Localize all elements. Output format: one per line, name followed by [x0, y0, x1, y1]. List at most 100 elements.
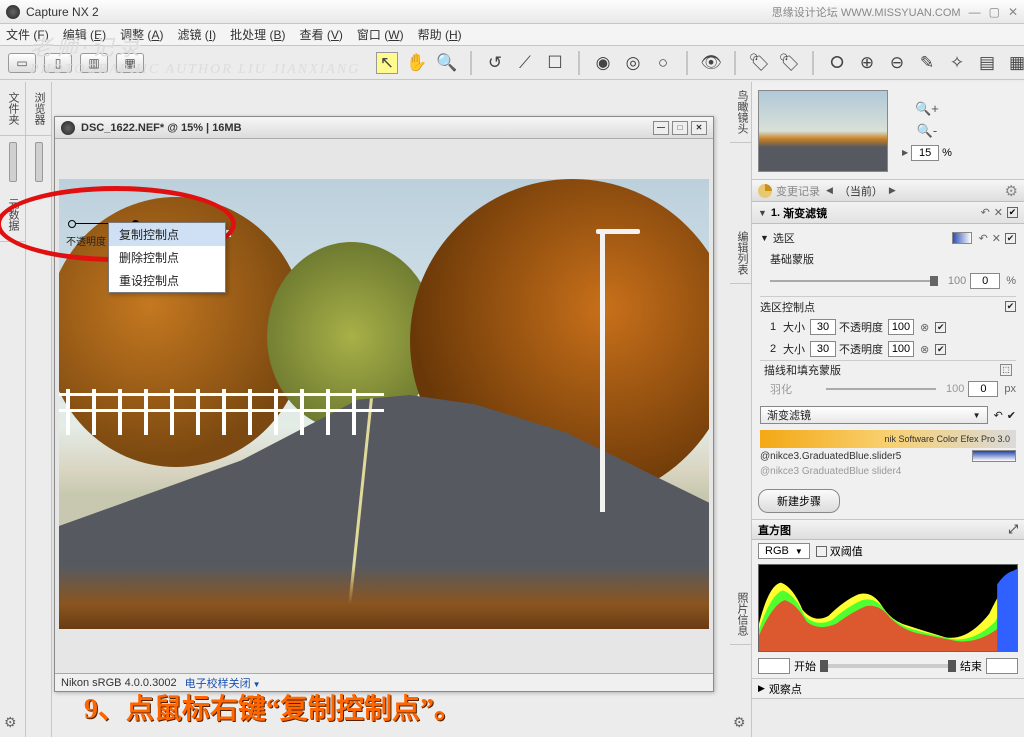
sidebar-handle[interactable] — [9, 142, 17, 182]
tab-editlist[interactable]: 编辑列表 — [730, 223, 754, 284]
black-point-icon[interactable]: ◉ — [592, 52, 614, 74]
birdeye-thumbnail[interactable] — [758, 90, 888, 172]
undo-icon[interactable]: ↶ — [979, 232, 988, 245]
minus-sel-icon[interactable]: ⊖ — [886, 52, 908, 74]
tutorial-caption: 9、点鼠标右键“复制控制点”。 — [84, 687, 462, 727]
tool-thumb-1[interactable]: ▭ — [8, 53, 36, 73]
menu-view[interactable]: 查看 (V) — [300, 26, 343, 43]
maximize-button[interactable]: ▢ — [989, 5, 1000, 19]
tool-thumb-4[interactable]: ▦ — [116, 53, 144, 73]
gradient-icon[interactable]: ▤ — [976, 52, 998, 74]
gear-icon[interactable]: ⚙ — [1005, 182, 1018, 200]
undo-icon[interactable]: ↶ — [994, 409, 1003, 422]
channel-dropdown[interactable]: RGB▼ — [758, 543, 810, 559]
undo-icon[interactable]: ↶ — [981, 206, 990, 219]
zoom-in-icon[interactable]: 🔍+ — [915, 101, 939, 117]
gear-icon[interactable]: ⚙ — [733, 714, 746, 731]
close-button[interactable]: ✕ — [1008, 5, 1018, 19]
base-mask-slider[interactable] — [770, 280, 938, 282]
doc-maximize-button[interactable]: □ — [672, 121, 688, 135]
range-start-input[interactable] — [758, 658, 790, 674]
tab-metadata[interactable]: 元数据 — [0, 188, 26, 242]
tab-birdeye[interactable]: 鸟瞰镜头 — [730, 82, 754, 143]
history-prev[interactable]: ◀ — [826, 185, 833, 196]
lasso-icon[interactable]: ⭘ — [826, 52, 848, 74]
collapse-icon[interactable]: ▼ — [758, 208, 767, 218]
document-titlebar[interactable]: DSC_1622.NEF* @ 15% | 16MB — □ ✕ — [55, 117, 713, 139]
menu-adjust[interactable]: 调整 (A) — [120, 26, 163, 43]
preset-row-2[interactable]: @nikce3 GraduatedBlue slider4 — [760, 464, 1016, 479]
cp2-delete-icon[interactable]: ⊗ — [920, 343, 929, 356]
step-1-row[interactable]: ▼ 1. 渐变滤镜 ↶ ✕ ✔ — [752, 202, 1024, 224]
cp1-checkbox[interactable]: ✔ — [935, 322, 946, 333]
brush-icon[interactable]: ✎ — [916, 52, 938, 74]
filter-dropdown[interactable]: 渐变滤镜▼ — [760, 406, 988, 424]
cp1-size-input[interactable] — [810, 319, 836, 335]
feather-slider[interactable] — [826, 388, 936, 390]
watchpoints-row[interactable]: ▶观察点 — [752, 678, 1024, 698]
cp2-checkbox[interactable]: ✔ — [935, 344, 946, 355]
cp1-opacity-input[interactable] — [888, 319, 914, 335]
cp2-opacity-input[interactable] — [888, 341, 914, 357]
tag-icon-1[interactable]: 🏷 — [748, 52, 770, 74]
doc-close-button[interactable]: ✕ — [691, 121, 707, 135]
tab-photoinfo[interactable]: 照片信息 — [730, 584, 754, 645]
document-title: DSC_1622.NEF* @ 15% | 16MB — [81, 122, 242, 134]
feather-input[interactable] — [968, 381, 998, 397]
selection-header[interactable]: ▼选区 ↶ ✕ ✔ — [760, 228, 1016, 248]
zoom-stepper[interactable]: ▶ — [902, 148, 908, 157]
tab-browser[interactable]: 浏览器 — [26, 82, 52, 136]
delete-icon[interactable]: ✕ — [994, 206, 1003, 219]
preset-row-1[interactable]: @nikce3.GraduatedBlue.slider5 — [760, 448, 1016, 464]
zoom-tool-icon[interactable]: 🔍 — [436, 52, 458, 74]
menu-filter[interactable]: 滤镜 (I) — [177, 26, 216, 43]
gray-point-icon[interactable]: ◎ — [622, 52, 644, 74]
dual-threshold-checkbox[interactable] — [816, 546, 827, 557]
document-icon — [61, 121, 75, 135]
delete-icon[interactable]: ✕ — [992, 232, 1001, 245]
menu-copy-control-point[interactable]: 复制控制点 — [109, 223, 225, 246]
tool-thumb-3[interactable]: ▥ — [80, 53, 108, 73]
redeye-icon[interactable]: 👁 — [700, 52, 722, 74]
arrow-tool-icon[interactable]: ↖ — [376, 52, 398, 74]
hand-tool-icon[interactable]: ✋ — [406, 52, 428, 74]
range-slider[interactable] — [820, 664, 956, 668]
white-point-icon[interactable]: ○ — [652, 52, 674, 74]
context-menu: 复制控制点 删除控制点 重设控制点 — [108, 222, 226, 293]
filter-checkbox[interactable]: ✔ — [1007, 409, 1016, 422]
menu-batch[interactable]: 批处理 (B) — [230, 26, 285, 43]
cp-section-checkbox[interactable]: ✔ — [1005, 301, 1016, 312]
menu-delete-control-point[interactable]: 删除控制点 — [109, 246, 225, 269]
expand-icon[interactable]: ⤢ — [1008, 522, 1018, 537]
rotate-ccw-icon[interactable]: ↺ — [484, 52, 506, 74]
menu-reset-control-point[interactable]: 重设控制点 — [109, 269, 225, 292]
crop-icon[interactable]: ☐ — [544, 52, 566, 74]
menu-file[interactable]: 文件 (F) — [6, 26, 49, 43]
sidebar-handle-2[interactable] — [35, 142, 43, 182]
menu-help[interactable]: 帮助 (H) — [418, 26, 462, 43]
gear-icon[interactable]: ⚙ — [4, 714, 17, 731]
step-enabled-checkbox[interactable]: ✔ — [1007, 207, 1018, 218]
straighten-icon[interactable]: ⟋ — [514, 52, 536, 74]
cp2-size-input[interactable] — [810, 341, 836, 357]
base-mask-input[interactable] — [970, 273, 1000, 289]
minimize-button[interactable]: — — [969, 5, 981, 19]
link-icon[interactable]: ⬚ — [1000, 364, 1012, 376]
zoom-out-icon[interactable]: 🔍- — [917, 123, 938, 139]
menu-edit[interactable]: 编辑 (E) — [63, 26, 106, 43]
plus-sel-icon[interactable]: ⊕ — [856, 52, 878, 74]
zoom-input[interactable] — [911, 145, 939, 161]
menu-window[interactable]: 窗口 (W) — [357, 26, 404, 43]
tag-icon-2[interactable]: 🏷 — [778, 52, 800, 74]
new-step-button[interactable]: 新建步骤 — [758, 489, 840, 513]
tab-folders[interactable]: 文件夹 — [0, 82, 26, 136]
app-title: Capture NX 2 — [26, 5, 99, 19]
history-next[interactable]: ▶ — [889, 185, 896, 196]
fill-icon[interactable]: ▦ — [1006, 52, 1024, 74]
cp1-delete-icon[interactable]: ⊗ — [920, 321, 929, 334]
range-end-input[interactable] — [986, 658, 1018, 674]
tool-thumb-2[interactable]: ▯ — [44, 53, 72, 73]
selection-checkbox[interactable]: ✔ — [1005, 233, 1016, 244]
wand-icon[interactable]: ✧ — [946, 52, 968, 74]
doc-minimize-button[interactable]: — — [653, 121, 669, 135]
